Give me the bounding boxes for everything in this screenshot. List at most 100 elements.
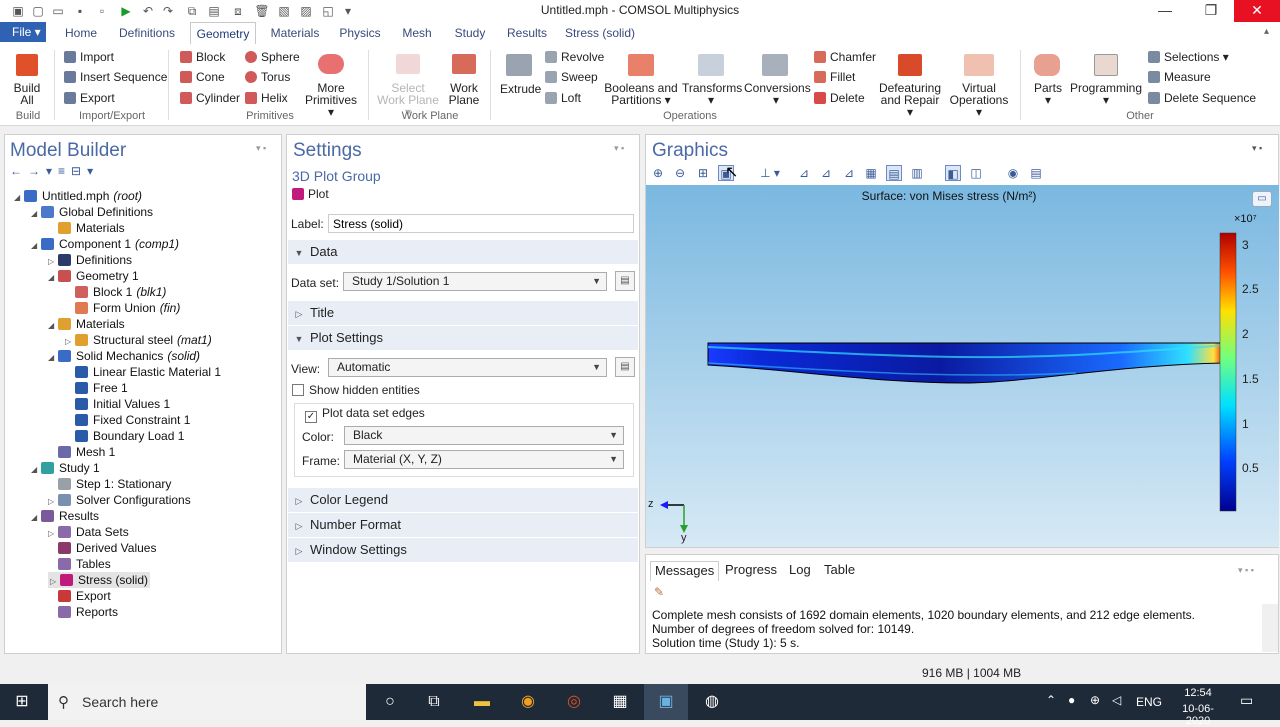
back-icon[interactable]: ← (10, 164, 28, 178)
tree-expander-icon[interactable]: ◢ (48, 318, 58, 334)
tree-item[interactable]: Boundary Load 1 (65, 428, 184, 444)
select-domains-icon[interactable]: ◫ (968, 165, 984, 181)
dataset-goto-button[interactable]: ▤ (615, 271, 635, 291)
transforms-button[interactable]: Transforms ▾ (682, 82, 742, 106)
filter-icon[interactable]: ▾ (87, 164, 99, 178)
tab-table[interactable]: Table (820, 561, 859, 581)
chrome-icon[interactable]: ◉ (506, 684, 550, 720)
media-player-icon[interactable]: ◎ (552, 684, 596, 720)
microphone-icon[interactable]: ● (1068, 693, 1075, 707)
booleans-button[interactable]: Booleans and Partitions ▾ (604, 82, 678, 106)
tree-item[interactable]: ▷ Definitions (48, 252, 132, 268)
collapse-icon[interactable]: ⊟ (71, 164, 87, 178)
tree-expander-icon[interactable]: ◢ (48, 270, 58, 286)
fillet-button[interactable]: Fillet (814, 70, 855, 84)
tree-item[interactable]: Materials (48, 220, 125, 236)
tab-messages[interactable]: Messages (650, 561, 720, 581)
tree-expander-icon[interactable]: ◢ (31, 510, 41, 526)
view-axis-icon[interactable]: ⊥ ▾ (755, 165, 785, 181)
show-hidden-icons[interactable]: ⌃ (1046, 693, 1056, 707)
chamfer-button[interactable]: Chamfer (814, 50, 876, 64)
view-yz-icon[interactable]: ⊿ (818, 165, 834, 181)
tab-physics[interactable]: Physics (334, 22, 386, 44)
tree-item[interactable]: ◢ Global Definitions (31, 204, 153, 220)
virtual-operations-button[interactable]: Virtual Operations ▾ (946, 82, 1012, 118)
tree-item[interactable]: Free 1 (65, 380, 128, 396)
graphics-canvas[interactable]: Surface: von Mises stress (N/m²) ▭ ×10⁷ … (646, 185, 1279, 547)
tree-item[interactable]: Derived Values (48, 540, 156, 556)
settings-panel-menu-icon[interactable]: ▾ ▪ (614, 143, 624, 154)
close-button[interactable]: ✕ (1234, 0, 1280, 22)
tree-item[interactable]: ◢ Results (31, 508, 99, 524)
tab-mesh[interactable]: Mesh (396, 22, 438, 44)
torus-button[interactable]: Torus (245, 70, 290, 84)
clock-time[interactable]: 12:54 (1170, 687, 1226, 699)
cone-button[interactable]: Cone (180, 70, 225, 84)
tree-expander-icon[interactable]: ◢ (31, 238, 41, 254)
programming-button[interactable]: Programming ▾ (1070, 82, 1142, 106)
tree-item[interactable]: ◢ Geometry 1 (48, 268, 139, 284)
import-button[interactable]: Import (64, 50, 114, 64)
tab-geometry[interactable]: Geometry (190, 22, 256, 44)
tree-item[interactable]: Reports (48, 604, 118, 620)
clear-messages-icon[interactable]: ✎ (654, 585, 664, 599)
tree-item[interactable]: ▷ Data Sets (48, 524, 129, 540)
label-input[interactable] (328, 214, 634, 233)
tab-definitions[interactable]: Definitions (114, 22, 180, 44)
plot-button[interactable]: Plot (292, 187, 329, 201)
section-plot-settings[interactable]: ▼ Plot Settings (288, 326, 638, 350)
obs-icon[interactable]: ◍ (690, 684, 734, 720)
tree-item[interactable]: Fixed Constraint 1 (65, 412, 190, 428)
task-view-icon[interactable]: ⧉ (412, 684, 456, 720)
screenshot-icon[interactable]: ◉ (1005, 165, 1021, 181)
expand-icon[interactable]: ≡ (58, 164, 71, 178)
dataset-select[interactable]: Study 1/Solution 1 ▼ (343, 272, 607, 291)
conversions-button[interactable]: Conversions ▾ (744, 82, 811, 106)
windows-start-icon[interactable]: ⊞ (0, 684, 44, 720)
tree-item[interactable]: Form Union (fin) (65, 300, 180, 316)
selections-button[interactable]: Selections ▾ (1148, 50, 1229, 64)
loft-button[interactable]: Loft (545, 91, 581, 105)
graphics-panel-menu-icon[interactable]: ▾ ▪ (1252, 143, 1262, 154)
block-button[interactable]: Block (180, 50, 225, 64)
tree-expander-icon[interactable]: ◢ (14, 190, 24, 206)
zoom-out-icon[interactable]: ⊖ (672, 165, 688, 181)
taskbar-search[interactable]: ⚲ Search here (48, 684, 366, 720)
export-button[interactable]: Export (64, 91, 115, 105)
cortana-icon[interactable]: ○ (368, 684, 412, 720)
sweep-button[interactable]: Sweep (545, 70, 598, 84)
revolve-button[interactable]: Revolve (545, 50, 604, 64)
insert-sequence-button[interactable]: Insert Sequence (64, 70, 167, 84)
frame-select[interactable]: Material (X, Y, Z) ▼ (344, 450, 624, 469)
forward-icon[interactable]: → (28, 164, 46, 178)
work-plane-button[interactable]: Work Plane (446, 82, 482, 106)
plot-edges-checkbox[interactable]: ✓ Plot data set edges (305, 406, 425, 423)
file-explorer-icon[interactable]: ▬ (460, 684, 504, 720)
minimize-button[interactable]: — (1142, 0, 1188, 22)
zoom-box-icon[interactable]: ⊞ (695, 165, 711, 181)
view-select[interactable]: Automatic ▼ (328, 358, 607, 377)
delete-button[interactable]: Delete (814, 91, 865, 105)
tree-item[interactable]: Initial Values 1 (65, 396, 170, 412)
tree-expander-icon[interactable]: ◢ (31, 206, 41, 222)
view-xy-icon[interactable]: ⊿ (796, 165, 812, 181)
view-zx-icon[interactable]: ⊿ (841, 165, 857, 181)
tree-item[interactable]: Linear Elastic Material 1 (65, 364, 221, 380)
section-data[interactable]: ▼ Data (288, 240, 638, 264)
volume-icon[interactable]: ◁ (1112, 693, 1121, 707)
tab-results[interactable]: Results (502, 22, 552, 44)
panel-menu-icon[interactable]: ▾ ▪ (256, 143, 266, 154)
restore-button[interactable]: ❐ (1188, 0, 1234, 22)
tab-stress-solid[interactable]: Stress (solid) (562, 22, 638, 44)
messages-panel-menu-icon[interactable]: ▾ ▪ ▪ (1238, 565, 1254, 576)
section-color-legend[interactable]: ▷ Color Legend (288, 488, 638, 512)
show-hidden-checkbox[interactable]: Show hidden entities (292, 383, 420, 397)
tab-study[interactable]: Study (448, 22, 492, 44)
color-select[interactable]: Black ▼ (344, 426, 624, 445)
tree-expander-icon[interactable]: ◢ (31, 462, 41, 478)
zoom-in-icon[interactable]: ⊕ (650, 165, 666, 181)
clock-date[interactable]: 10-06-2020 (1170, 703, 1226, 727)
section-window-settings[interactable]: ▷ Window Settings (288, 538, 638, 562)
grid-icon[interactable]: ▦ (863, 165, 879, 181)
tab-materials[interactable]: Materials (266, 22, 324, 44)
